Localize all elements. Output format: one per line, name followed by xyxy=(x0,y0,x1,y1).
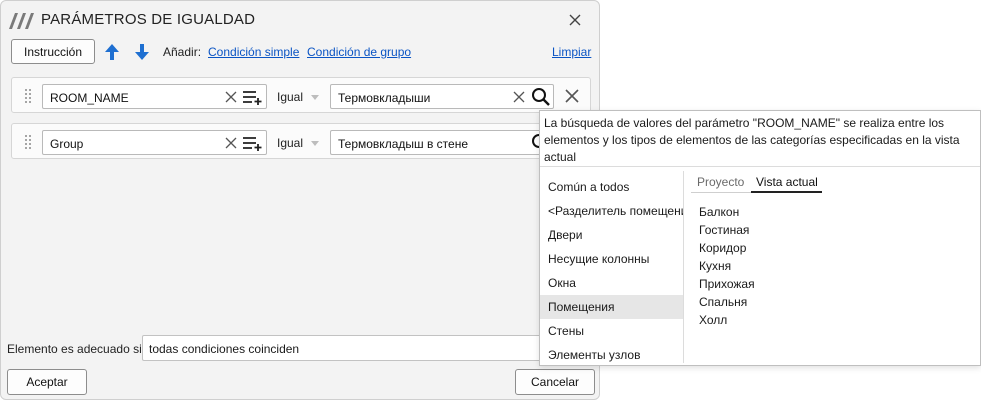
value-item[interactable]: Холл xyxy=(699,311,755,329)
drag-handle-icon[interactable] xyxy=(24,87,32,105)
parameter-list-add-icon[interactable] xyxy=(242,89,264,105)
value-field[interactable]: Термовкладыши xyxy=(330,84,554,109)
category-item[interactable]: <Разделитель помещений> xyxy=(540,199,683,223)
category-item-selected[interactable]: Помещения xyxy=(540,295,683,319)
accept-button[interactable]: Aceptar xyxy=(7,369,87,395)
category-item[interactable]: Común a todos xyxy=(540,175,683,199)
operator-select[interactable]: Igual xyxy=(277,136,303,150)
parameter-value: Group xyxy=(50,137,84,151)
value-item[interactable]: Балкон xyxy=(699,203,755,221)
category-item[interactable]: Несущие колонны xyxy=(540,247,683,271)
match-mode-select[interactable]: todas condiciones coinciden xyxy=(142,335,542,361)
category-list: Común a todos <Разделитель помещений> Дв… xyxy=(540,171,683,365)
move-up-arrow-icon[interactable] xyxy=(102,42,122,62)
close-icon[interactable] xyxy=(567,12,583,28)
value-item[interactable]: Гостиная xyxy=(699,221,755,239)
popup-message: La búsqueda de valores del parámetro "RO… xyxy=(544,116,960,164)
divider xyxy=(683,171,684,363)
clear-parameter-icon[interactable] xyxy=(225,91,237,103)
divider xyxy=(540,166,980,167)
condition-row: Group Igual Термовкладыш в стене xyxy=(11,123,591,159)
value-item[interactable]: Прихожая xyxy=(699,275,755,293)
category-item[interactable]: Окна xyxy=(540,271,683,295)
clear-link[interactable]: Limpiar xyxy=(552,45,591,59)
parameter-field[interactable]: Group xyxy=(42,130,267,155)
dialog-title: PARÁMETROS DE IGUALDAD xyxy=(41,11,256,28)
value-item[interactable]: Кухня xyxy=(699,257,755,275)
value-item[interactable]: Коридор xyxy=(699,239,755,257)
condition-value: Термовкладыши xyxy=(338,91,431,105)
cancel-button[interactable]: Cancelar xyxy=(515,369,595,395)
tab-current-view[interactable]: Vista actual xyxy=(756,175,818,189)
title-bar: PARÁMETROS DE IGUALDAD xyxy=(1,1,599,37)
category-item[interactable]: Элементы узлов xyxy=(540,343,683,365)
operator-select[interactable]: Igual xyxy=(277,90,303,104)
add-label: Añadir: xyxy=(163,45,202,59)
match-mode-value: todas condiciones coinciden xyxy=(149,342,300,356)
active-tab-indicator xyxy=(751,191,822,193)
app-logo-icon xyxy=(9,13,34,29)
parameter-value: ROOM_NAME xyxy=(50,91,129,105)
drag-handle-icon[interactable] xyxy=(24,133,32,151)
move-down-arrow-icon[interactable] xyxy=(132,42,152,62)
add-group-condition-link[interactable]: Condición de grupo xyxy=(307,45,411,59)
value-item[interactable]: Спальня xyxy=(699,293,755,311)
search-icon[interactable] xyxy=(531,87,551,107)
clear-parameter-icon[interactable] xyxy=(225,137,237,149)
instruction-button[interactable]: Instrucción xyxy=(11,39,95,64)
parameter-field[interactable]: ROOM_NAME xyxy=(42,84,267,109)
condition-value: Термовкладыш в стене xyxy=(338,137,468,151)
condition-row: ROOM_NAME Igual Термовкладыши xyxy=(11,77,591,113)
parameter-list-add-icon[interactable] xyxy=(242,135,264,151)
category-item[interactable]: Стены xyxy=(540,319,683,343)
match-label: Elemento es adecuado si xyxy=(7,342,142,356)
value-field[interactable]: Термовкладыш в стене xyxy=(330,130,546,155)
clear-value-icon[interactable] xyxy=(513,91,525,103)
scope-tabs: Proyecto Vista actual xyxy=(691,173,981,195)
delete-condition-icon[interactable] xyxy=(564,88,580,104)
value-search-popup: La búsqueda de valores del parámetro "RO… xyxy=(539,110,981,366)
tab-project[interactable]: Proyecto xyxy=(697,175,744,189)
equality-parameters-dialog: PARÁMETROS DE IGUALDAD Instrucción Añadi… xyxy=(0,0,600,400)
toolbar: Instrucción Añadir: Condición simple Con… xyxy=(1,39,599,67)
add-simple-condition-link[interactable]: Condición simple xyxy=(208,45,299,59)
chevron-down-icon[interactable] xyxy=(311,141,319,146)
chevron-down-icon[interactable] xyxy=(311,95,319,100)
category-item[interactable]: Двери xyxy=(540,223,683,247)
value-list: Балкон Гостиная Коридор Кухня Прихожая С… xyxy=(699,203,755,329)
